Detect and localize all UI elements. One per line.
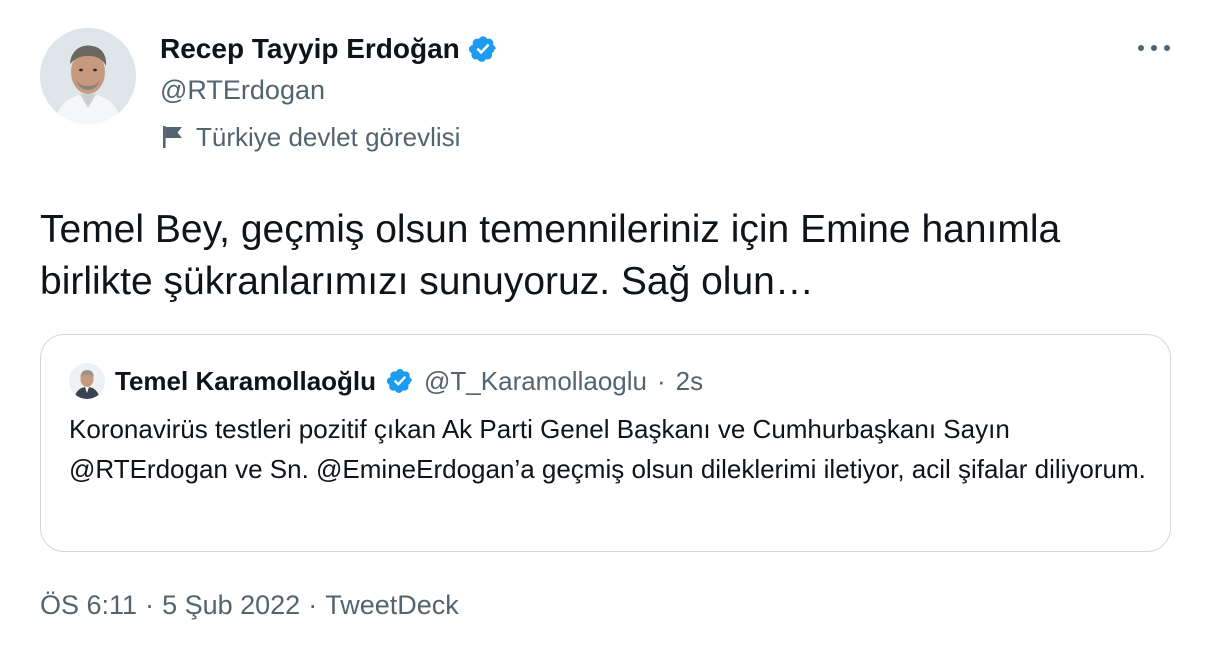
author-name-text: Recep Tayyip Erdoğan <box>160 33 460 64</box>
quoted-tweet[interactable]: Temel Karamollaoğlu @T_Karamollaoglu · 2… <box>40 334 1171 552</box>
quoted-author-avatar[interactable] <box>69 363 105 399</box>
separator-dot: · <box>308 590 318 620</box>
more-options-icon[interactable] <box>1138 36 1170 60</box>
quoted-author-name[interactable]: Temel Karamollaoğlu <box>115 365 376 397</box>
tweet-card: Recep Tayyip Erdoğan @RTErdogan Türkiye … <box>0 0 1228 650</box>
verified-badge-icon <box>468 36 496 62</box>
quoted-tweet-text: Koronavirüs testleri pozitif çıkan Ak Pa… <box>69 414 1146 484</box>
author-avatar[interactable] <box>40 28 136 124</box>
tweet-text: Temel Bey, geçmiş olsun temennileriniz i… <box>40 208 1061 303</box>
author-handle[interactable]: @RTErdogan <box>160 74 325 106</box>
more-dot <box>1164 45 1170 51</box>
quoted-author-handle[interactable]: @T_Karamollaoglu <box>424 365 647 397</box>
author-display-name[interactable]: Recep Tayyip Erdoğan <box>160 32 498 66</box>
separator-dot: · <box>145 590 155 620</box>
government-label-text: Türkiye devlet görevlisi <box>196 122 461 152</box>
tweet-metadata: ÖS 6:11 · 5 Şub 2022 · TweetDeck <box>40 588 459 622</box>
government-account-label[interactable]: Türkiye devlet görevlisi <box>162 121 460 153</box>
flag-icon <box>163 126 182 148</box>
more-dot <box>1151 45 1157 51</box>
verified-badge-icon <box>386 369 412 393</box>
separator-dot: · <box>656 366 666 396</box>
tweet-date[interactable]: 5 Şub 2022 <box>162 588 300 622</box>
tweet-source[interactable]: TweetDeck <box>325 588 459 622</box>
more-dot <box>1138 45 1144 51</box>
quoted-tweet-header: Temel Karamollaoğlu @T_Karamollaoglu · 2… <box>69 363 703 399</box>
tweet-timestamp[interactable]: ÖS 6:11 <box>40 588 137 622</box>
quoted-tweet-time[interactable]: 2s <box>676 365 703 397</box>
